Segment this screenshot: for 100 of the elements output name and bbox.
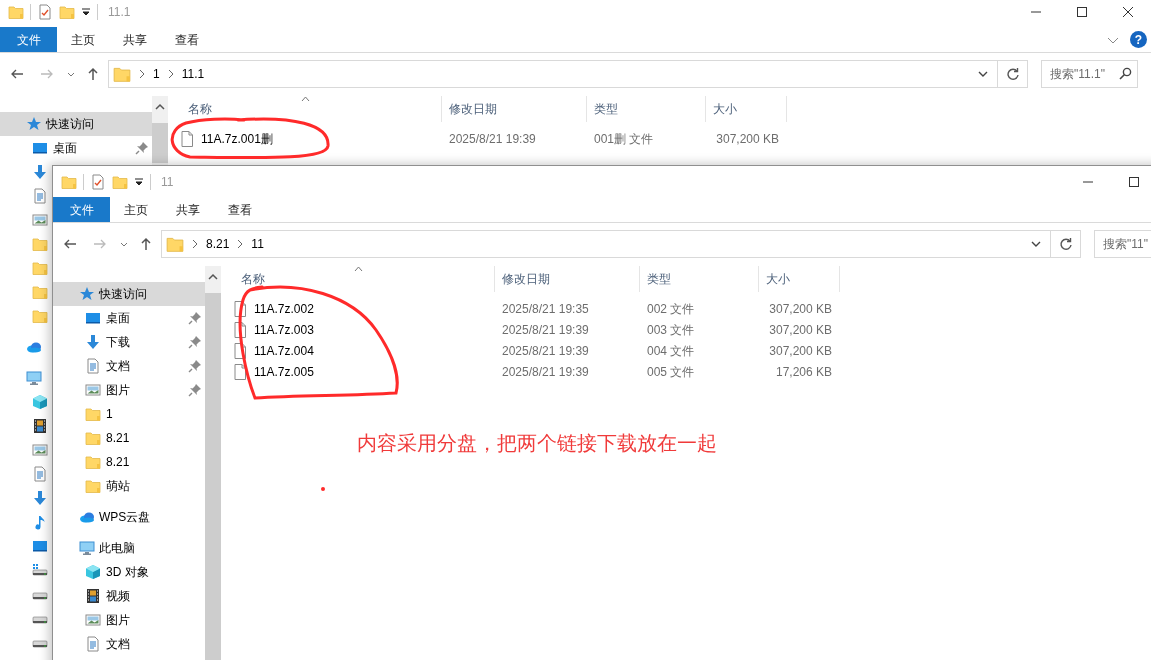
ribbon-tab[interactable]: 查看 <box>161 27 213 52</box>
search-field[interactable]: 搜索"11" <box>1094 230 1151 258</box>
nav-item[interactable]: 快速访问 <box>0 112 152 136</box>
file-name[interactable]: 11A.7z.001删 <box>201 129 273 148</box>
nav-item[interactable]: 1 <box>53 402 205 426</box>
close-icon <box>1123 6 1133 17</box>
breadcrumb-item[interactable]: 11 <box>251 235 264 253</box>
nav-item[interactable]: 下载 <box>53 330 205 354</box>
folder-icon <box>85 406 101 422</box>
refresh-icon <box>1005 67 1020 81</box>
help-button[interactable]: ? <box>1130 31 1147 48</box>
ribbon-tab[interactable]: 查看 <box>214 197 266 222</box>
picture-icon <box>85 612 101 628</box>
scroll-up-icon <box>208 273 218 281</box>
search-icon[interactable] <box>1118 67 1132 81</box>
folder-icon <box>32 260 48 276</box>
breadcrumb-item[interactable]: 1 <box>153 65 160 83</box>
folder-icon <box>32 236 48 252</box>
nav-item[interactable]: 文档 <box>53 632 205 656</box>
nav-item[interactable]: 3D 对象 <box>53 560 205 584</box>
folder-icon <box>32 308 48 324</box>
document-icon <box>85 636 101 652</box>
ribbon-tab[interactable]: 文件 <box>0 27 57 52</box>
refresh-button[interactable] <box>998 60 1028 88</box>
ribbon-tab[interactable]: 共享 <box>109 27 161 52</box>
download-arrow-icon <box>32 164 48 180</box>
nav-item[interactable]: 桌面 <box>53 306 205 330</box>
desktop-icon <box>32 538 48 554</box>
ribbon-tab[interactable]: 主页 <box>57 27 109 52</box>
nav-item[interactable]: 文档 <box>53 354 205 378</box>
file-type: 003 文件 <box>647 322 695 337</box>
column-header[interactable]: 类型 <box>640 266 759 292</box>
file-icon <box>234 363 246 380</box>
picture-icon <box>85 382 101 398</box>
file-name[interactable]: 11A.7z.002 <box>254 299 314 318</box>
column-header[interactable]: 名称 <box>168 96 442 122</box>
breadcrumb-chevron-icon[interactable] <box>138 69 146 79</box>
pin-icon[interactable] <box>187 334 203 350</box>
nav-item[interactable]: 图片 <box>53 378 205 402</box>
nav-item[interactable]: WPS云盘 <box>53 505 205 529</box>
refresh-button[interactable] <box>1051 230 1081 258</box>
nav-item[interactable]: 桌面 <box>0 136 152 160</box>
ribbon-tab[interactable]: 共享 <box>162 197 214 222</box>
star-icon <box>79 286 95 302</box>
properties-icon[interactable] <box>37 3 53 20</box>
file-date: 2025/8/21 19:39 <box>449 131 536 146</box>
column-header[interactable]: 名称 <box>221 266 495 292</box>
nav-item[interactable]: 此电脑 <box>53 536 205 560</box>
document-icon <box>32 188 48 204</box>
file-name[interactable]: 11A.7z.004 <box>254 341 314 360</box>
pin-icon[interactable] <box>134 140 150 156</box>
picture-icon <box>32 442 48 458</box>
nav-item[interactable]: 8.21 <box>53 426 205 450</box>
column-header[interactable]: 大小 <box>759 266 840 292</box>
ribbon-tab[interactable]: 文件 <box>53 197 110 222</box>
file-icon <box>234 300 246 317</box>
minimize-icon <box>1031 10 1041 13</box>
column-header[interactable]: 修改日期 <box>495 266 640 292</box>
nav-item[interactable]: 萌站 <box>53 474 205 498</box>
document-icon <box>85 358 101 374</box>
scrollbar-thumb[interactable] <box>152 123 168 163</box>
search-field[interactable]: 搜索"11.1" <box>1041 60 1138 88</box>
maximize-icon <box>1129 176 1139 187</box>
window-title: 11.1 <box>108 3 131 21</box>
download-arrow-icon <box>32 490 48 506</box>
nav-item[interactable]: 8.21 <box>53 450 205 474</box>
annotation-text: 内容采用分盘，把两个链接下载放在一起 <box>357 431 717 455</box>
pin-icon[interactable] <box>187 382 203 398</box>
cube-icon <box>85 564 101 580</box>
file-size: 307,200 KB <box>769 322 832 337</box>
nav-item[interactable]: 视频 <box>53 584 205 608</box>
address-bar[interactable]: 8.21 11 <box>161 230 1051 258</box>
folder-icon <box>85 454 101 470</box>
column-header[interactable]: 类型 <box>587 96 706 122</box>
nav-item[interactable]: 快速访问 <box>53 282 205 306</box>
address-bar[interactable]: 1 11.1 <box>108 60 998 88</box>
annotation-dot <box>321 487 325 491</box>
ribbon-tab[interactable]: 主页 <box>110 197 162 222</box>
computer-icon <box>26 370 42 386</box>
breadcrumb-item[interactable]: 8.21 <box>206 235 230 253</box>
file-name[interactable]: 11A.7z.003 <box>254 320 314 339</box>
scrollbar-thumb[interactable] <box>205 293 221 660</box>
breadcrumb-chevron-icon[interactable] <box>191 239 199 249</box>
column-header[interactable]: 修改日期 <box>442 96 587 122</box>
file-type: 001删 文件 <box>594 131 654 146</box>
folder-icon <box>85 478 101 494</box>
pin-icon[interactable] <box>187 358 203 374</box>
nav-item[interactable]: 图片 <box>53 608 205 632</box>
file-name[interactable]: 11A.7z.005 <box>254 362 314 381</box>
file-icon <box>181 130 193 147</box>
breadcrumb-item[interactable]: 11.1 <box>181 65 205 83</box>
column-header[interactable]: 大小 <box>706 96 787 122</box>
star-icon <box>26 116 42 132</box>
file-icon <box>234 342 246 359</box>
pin-icon[interactable] <box>187 310 203 326</box>
properties-icon[interactable] <box>90 173 106 190</box>
breadcrumb-chevron-icon[interactable] <box>236 239 245 249</box>
folder-icon <box>166 235 184 253</box>
desktop-icon <box>85 310 101 326</box>
breadcrumb-chevron-icon[interactable] <box>166 69 175 79</box>
